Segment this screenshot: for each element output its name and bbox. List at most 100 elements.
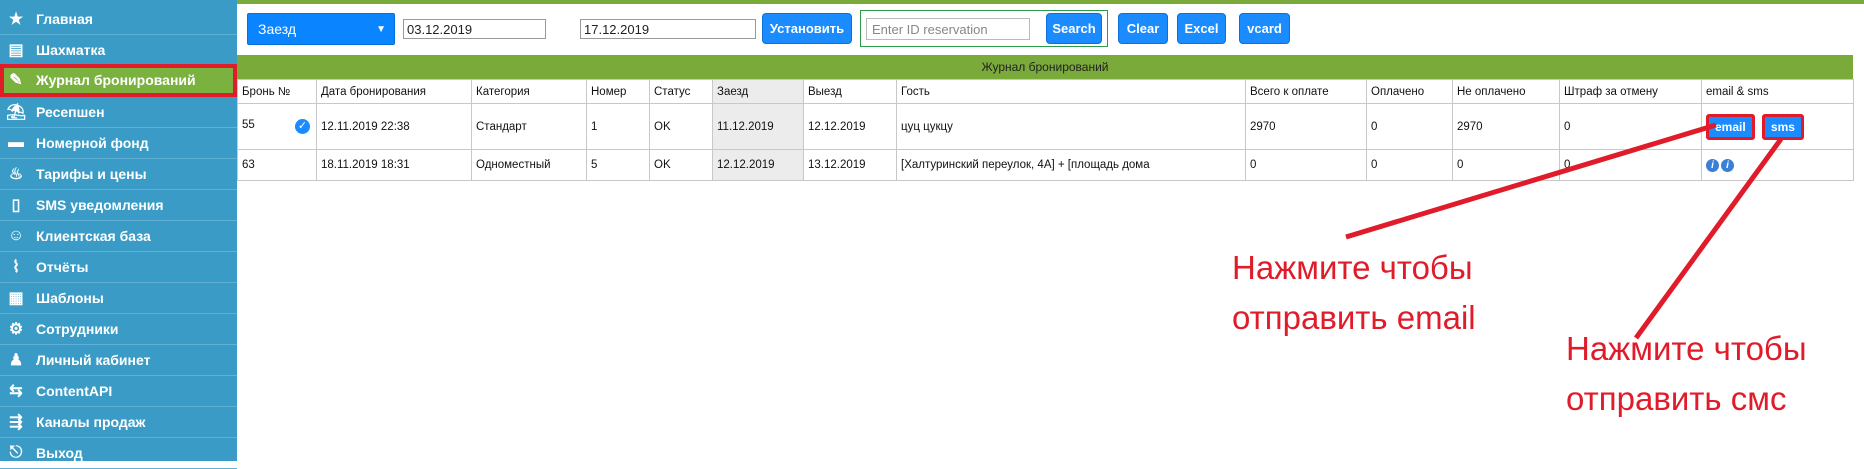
sidebar-item-channels[interactable]: ⇶ Каналы продаж: [0, 407, 237, 438]
sidebar-item-journal[interactable]: ✎ Журнал бронирований: [0, 64, 237, 97]
sidebar-item-clients[interactable]: ☺ Клиентская база: [0, 221, 237, 252]
category-cell: Одноместный: [471, 149, 587, 181]
table-row[interactable]: 55 ✓ 12.11.2019 22:38 Стандарт 1 OK 11.12…: [237, 103, 1854, 150]
journal-title-bar: Журнал бронирований: [237, 55, 1853, 79]
col-header[interactable]: Дата бронирования: [316, 79, 472, 104]
send-sms-button[interactable]: sms: [1761, 113, 1804, 140]
info-icon[interactable]: i: [1706, 158, 1719, 172]
bed-icon: ▬: [8, 134, 24, 151]
check-icon[interactable]: ✓: [295, 119, 310, 134]
booking-id-cell[interactable]: 55 ✓: [237, 103, 317, 150]
col-header[interactable]: Штраф за отмену: [1559, 79, 1702, 104]
penalty-cell: 0: [1559, 149, 1702, 181]
category-cell: Стандарт: [471, 103, 587, 150]
sidebar-item-label: Сотрудники: [36, 321, 119, 337]
date-from-value: 03.12.2019: [407, 21, 473, 37]
date-to-field[interactable]: 17.12.2019: [580, 19, 756, 39]
booking-id: 55: [242, 119, 255, 131]
journal-title: Журнал бронирований: [981, 60, 1109, 74]
excel-button-label: Excel: [1184, 21, 1219, 36]
col-header[interactable]: Бронь №: [237, 79, 317, 104]
penalty-cell: 0: [1559, 103, 1702, 150]
paid-cell: 0: [1366, 149, 1453, 181]
sidebar-item-sms[interactable]: ▯ SMS уведомления: [0, 190, 237, 221]
guest-cell[interactable]: цуц цукцу: [896, 103, 1246, 150]
col-header[interactable]: Всего к оплате: [1245, 79, 1367, 104]
sidebar-item-chess[interactable]: ▤ Шахматка: [0, 35, 237, 66]
sidebar-item-label: Отчёты: [36, 259, 89, 275]
bookings-table: Бронь № Дата бронирования Категория Номе…: [237, 79, 1854, 181]
sidebar-item-reports[interactable]: ⌇ Отчёты: [0, 252, 237, 283]
star-icon: ★: [8, 11, 24, 28]
col-header[interactable]: Оплачено: [1366, 79, 1453, 104]
set-button[interactable]: Установить: [762, 13, 852, 44]
checkout-cell: 12.12.2019: [803, 103, 897, 150]
clear-button[interactable]: Clear: [1118, 13, 1168, 44]
sidebar-item-exit[interactable]: ⎋ Выход: [0, 438, 237, 469]
sidebar-item-staff[interactable]: ⚙ Сотрудники: [0, 314, 237, 345]
reception-icon: ⛱: [5, 104, 27, 121]
excel-button[interactable]: Excel: [1177, 13, 1226, 44]
chevron-down-icon: ▼: [376, 24, 386, 35]
status-cell: OK: [649, 149, 713, 181]
sidebar-item-label: Личный кабинет: [36, 352, 151, 368]
vcard-button[interactable]: vcard: [1239, 13, 1290, 44]
col-header[interactable]: Категория: [471, 79, 587, 104]
sidebar-item-tariffs[interactable]: ♨ Тарифы и цены: [0, 159, 237, 190]
sidebar-item-label: Каналы продаж: [36, 414, 146, 430]
client-icon: ☺: [7, 227, 25, 244]
search-placeholder: Enter ID reservation: [872, 21, 988, 37]
sidebar-item-label: Клиентская база: [36, 228, 151, 244]
chart-icon: ⌇: [12, 259, 20, 276]
date-from-field[interactable]: 03.12.2019: [403, 19, 546, 39]
checkin-cell: 12.12.2019: [712, 149, 804, 181]
sidebar-item-account[interactable]: ♟ Личный кабинет: [0, 345, 237, 376]
col-header[interactable]: Выезд: [803, 79, 897, 104]
paid-cell: 0: [1366, 103, 1453, 150]
exit-icon: ⎋: [9, 444, 23, 461]
sidebar-item-label: Тарифы и цены: [36, 166, 147, 182]
mode-select[interactable]: Заезд ▼: [247, 13, 395, 45]
annotation-text: Нажмите чтобы: [1566, 330, 1807, 367]
total-cell: 2970: [1245, 103, 1367, 150]
mode-select-value: Заезд: [258, 21, 297, 37]
col-header: email & sms: [1701, 79, 1854, 104]
api-icon: ⇆: [9, 383, 23, 400]
template-icon: ▦: [8, 290, 24, 307]
sidebar: ★ Главная ▤ Шахматка ✎ Журнал бронирований …: [0, 0, 237, 469]
email-sms-cell: email sms: [1701, 103, 1854, 150]
room-cell: 1: [586, 103, 650, 150]
sidebar-item-templates[interactable]: ▦ Шаблоны: [0, 283, 237, 314]
email-annotation: Нажмите чтобы отправить email: [1232, 243, 1476, 343]
date-to-value: 17.12.2019: [584, 21, 650, 37]
table-row[interactable]: 63 18.11.2019 18:31 Одноместный 5 OK 12.…: [237, 149, 1854, 181]
reservation-search-input[interactable]: Enter ID reservation: [866, 18, 1030, 40]
col-header[interactable]: Не оплачено: [1452, 79, 1560, 104]
col-header[interactable]: Статус: [649, 79, 713, 104]
price-icon: ♨: [8, 166, 24, 183]
sidebar-item-label: Выход: [36, 445, 83, 461]
table-header-row: Бронь № Дата бронирования Категория Номе…: [237, 79, 1854, 104]
grid-icon: ▤: [8, 42, 24, 59]
set-button-label: Установить: [769, 21, 845, 36]
sidebar-item-contentapi[interactable]: ⇆ ContentAPI: [0, 376, 237, 407]
sidebar-item-label: Шаблоны: [36, 290, 104, 306]
sidebar-item-home[interactable]: ★ Главная: [0, 4, 237, 35]
gear-icon: ⚙: [8, 321, 24, 338]
info-icon[interactable]: i: [1721, 158, 1734, 172]
col-header[interactable]: Заезд: [712, 79, 804, 104]
sidebar-item-reception[interactable]: ⛱ Ресепшен: [0, 97, 237, 128]
checkin-cell: 11.12.2019: [712, 103, 804, 150]
booking-id-cell[interactable]: 63: [237, 149, 317, 181]
col-header[interactable]: Номер: [586, 79, 650, 104]
sms-annotation: Нажмите чтобы отправить смс: [1566, 324, 1807, 424]
search-button[interactable]: Search: [1046, 13, 1102, 44]
unpaid-cell: 2970: [1452, 103, 1560, 150]
guest-cell[interactable]: [Халтуринский переулок, 4А] + [площадь д…: [896, 149, 1246, 181]
col-header[interactable]: Гость: [896, 79, 1246, 104]
sidebar-item-rooms[interactable]: ▬ Номерной фонд: [0, 128, 237, 159]
send-email-button[interactable]: email: [1706, 113, 1755, 140]
annotation-text: отправить email: [1232, 299, 1476, 336]
user-icon: ♟: [8, 352, 24, 369]
sidebar-item-label: Номерной фонд: [36, 135, 149, 151]
